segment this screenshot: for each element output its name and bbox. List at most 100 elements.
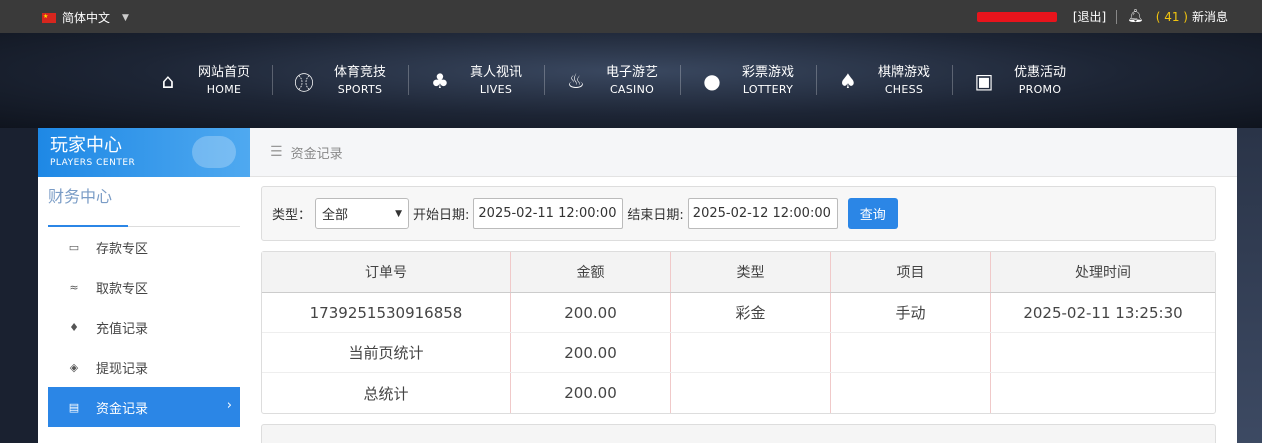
sidebar-item-withdraw[interactable]: ≈ 取款专区 [48,267,240,307]
lottery-balls-icon: ● [703,69,721,93]
nav-item-home[interactable]: ⌂ 网站首页 HOME [155,61,273,101]
sidebar-item-label: 存款专区 [96,241,149,257]
nav-item-sports[interactable]: ⚾︎ 体育竞技 SPORTS [291,61,409,101]
sidebar-item-label: 取款专区 [96,281,149,297]
end-date-input[interactable]: 2025-02-12 12:00:00 [687,198,838,229]
divider [1116,9,1118,24]
table-cell: 手动 [831,293,991,332]
main-nav: ⌂ 网站首页 HOME ⚾︎ 体育竞技 SPORTS ♣ 真人视讯 LIVES ♨ 电… [155,61,1107,101]
sidebar-item-withdraw-records[interactable]: ◈ 提现记录 [48,347,240,387]
nav-label: 彩票游戏 [741,65,794,80]
sidebar-item-label: 充值记录 [96,321,149,337]
nav-label: 网站首页 [197,65,250,80]
bell-icon[interactable]: 🔔︎ [1127,9,1144,24]
nav-label: 体育竞技 [333,65,386,80]
nav-sublabel: SPORTS [337,83,383,96]
chevron-down-icon: ▼ [395,208,403,219]
background-strip [1237,128,1262,443]
column-header: 订单号 [262,252,511,292]
table-cell [671,373,831,413]
column-header: 项目 [831,252,991,292]
column-header: 类型 [671,252,831,292]
section-title: 财务中心 [48,187,113,206]
nav-label: 电子游艺 [605,65,658,80]
language-selector[interactable]: 简体中文 ▼ [42,9,129,26]
nav-label: 棋牌游戏 [877,65,930,80]
table-cell: 200.00 [511,293,671,332]
nav-sublabel: HOME [206,83,242,96]
spade-icon: ♠ [839,69,857,93]
sidebar-item-deposit[interactable]: ▭ 存款专区 [48,227,240,267]
table-cell [991,373,1215,413]
sidebar-item-label: 提现记录 [96,361,149,377]
table-header-row: 订单号 金额 类型 项目 处理时间 [262,252,1215,293]
table-cell [991,333,1215,372]
sidebar-item-fund-records[interactable]: ▤ 资金记录 › [48,387,240,427]
nav-item-lottery[interactable]: ● 彩票游戏 LOTTERY [699,61,817,101]
slot-icon: ♨ [567,69,585,93]
sidebar-menu: ▭ 存款专区 ≈ 取款专区 ♦ 充值记录 ◈ 提现记录 ▤ 资金记录 › [38,227,250,427]
gift-icon: ▣ [974,69,994,93]
message-count[interactable]: ( 41 ) [1156,10,1188,24]
sidebar: 玩家中心 PLAYERS CENTER 财务中心 ▭ 存款专区 ≈ 取款专区 ♦… [38,128,250,443]
nav-banner: ⌂ 网站首页 HOME ⚾︎ 体育竞技 SPORTS ♣ 真人视讯 LIVES ♨ 电… [0,33,1262,128]
filter-bar: 类型： 全部 ▼ 开始日期: 2025-02-11 12:00:00 结束日期:… [261,186,1216,241]
table-row: 1739251530916858 200.00 彩金 手动 2025-02-11… [262,293,1215,333]
table-cell: 当前页统计 [262,333,511,372]
nav-item-promo[interactable]: ▣ 优惠活动 PROMO [971,61,1089,101]
nav-item-lives[interactable]: ♣ 真人视讯 LIVES [427,61,545,101]
nav-label: 真人视讯 [469,65,522,80]
column-header: 处理时间 [1075,265,1131,281]
money-bag-icon: ♦ [69,320,79,334]
players-center-header: 玩家中心 PLAYERS CENTER [38,128,250,177]
menu-icon: ☰ [270,144,283,160]
redacted-username [976,11,1057,22]
top-bar: 简体中文 ▼ [退出] 🔔︎ ( 41 ) 新消息 [0,0,1262,33]
deposit-card-icon: ▭ [68,240,80,254]
type-label: 类型： [272,208,312,223]
table-cell: 200.00 [511,333,671,372]
logout-link[interactable]: [退出] [1073,8,1106,25]
query-button[interactable]: 查询 [847,198,898,229]
nav-sublabel: CHESS [884,83,924,96]
type-select[interactable]: 全部 ▼ [315,198,410,229]
user-area: [退出] 🔔︎ ( 41 ) 新消息 [976,8,1228,25]
table-cell [671,333,831,372]
nav-sublabel: PROMO [1018,83,1062,96]
finance-section-header: 财务中心 [48,187,240,227]
home-icon: ⌂ [161,69,175,93]
china-flag-icon [42,12,56,23]
nav-sublabel: LIVES [479,83,513,96]
column-header: 金额 [511,252,671,292]
table-row: 总统计 200.00 [262,373,1215,413]
type-select-value: 全部 [322,208,349,223]
start-date-input[interactable]: 2025-02-11 12:00:00 [473,198,624,229]
table-cell: 总统计 [262,373,511,413]
sidebar-item-recharge-records[interactable]: ♦ 充值记录 [48,307,240,347]
nav-item-chess[interactable]: ♠ 棋牌游戏 CHESS [835,61,953,101]
table-cell [831,373,991,413]
main-content: ☰ 资金记录 类型： 全部 ▼ 开始日期: 2025-02-11 12:00:0… [250,128,1237,443]
start-date-label: 开始日期: [413,208,470,223]
chevron-down-icon: ▼ [122,12,129,23]
table-cell: 彩金 [671,293,831,332]
table-cell: 200.00 [511,373,671,413]
language-label: 简体中文 [62,11,111,25]
gamepad-icon [192,136,236,168]
nav-sublabel: CASINO [609,83,655,96]
sidebar-item-label: 资金记录 [96,401,149,417]
pagination-panel [261,424,1216,443]
table-cell [831,333,991,372]
fund-records-table: 订单号 金额 类型 项目 处理时间 1739251530916858 200.0… [261,251,1216,414]
table-cell: 1739251530916858 [262,293,511,332]
breadcrumb: ☰ 资金记录 [250,128,1237,177]
ledger-icon: ▤ [68,400,80,414]
nav-item-casino[interactable]: ♨ 电子游艺 CASINO [563,61,681,101]
tag-icon: ◈ [69,360,79,374]
table-row: 当前页统计 200.00 [262,333,1215,373]
table-cell: 2025-02-11 13:25:30 [1023,303,1183,322]
withdraw-cash-icon: ≈ [69,280,79,294]
nav-sublabel: LOTTERY [742,83,794,96]
new-messages-link[interactable]: 新消息 [1192,8,1228,25]
nav-label: 优惠活动 [1013,65,1066,80]
